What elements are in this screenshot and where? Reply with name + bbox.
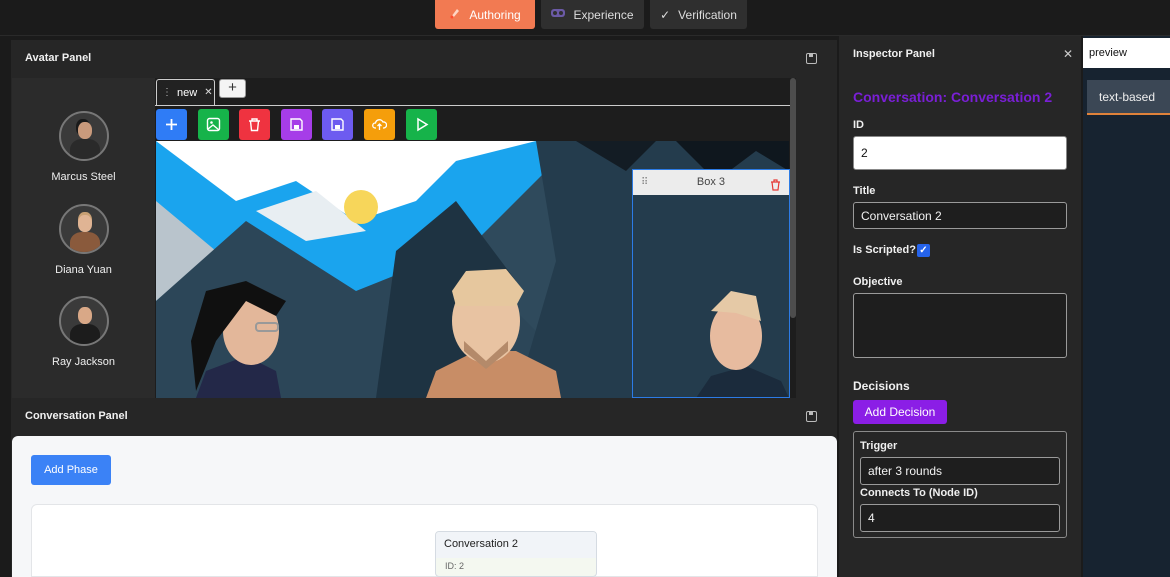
tab-verification[interactable]: ✓ Verification [650,0,747,29]
save-button[interactable] [281,109,312,140]
decisions-label: Decisions [853,379,910,393]
tab-label: Experience [573,7,634,22]
avatar-name: Ray Jackson [52,356,115,368]
tab-authoring[interactable]: Authoring [435,0,535,29]
upload-button[interactable] [364,109,395,140]
connects-to-field[interactable]: 4 [860,504,1060,532]
title-field[interactable]: Conversation 2 [853,202,1067,229]
objective-label: Objective [853,276,903,288]
conversation-node[interactable]: Conversation 2 ID: 2 [435,531,597,577]
trigger-label: Trigger [860,440,898,452]
delete-button[interactable] [239,109,270,140]
avatar-ray-jackson[interactable] [59,296,109,346]
objective-textarea[interactable] [853,293,1067,358]
flow-area[interactable] [31,504,818,577]
connects-to-label: Connects To (Node ID) [860,487,978,499]
id-label: ID [853,119,864,131]
play-icon [417,117,429,132]
preview-panel [1083,36,1170,577]
scene-box-title: Box 3 [696,176,726,188]
brush-icon [449,7,461,22]
avatar-marcus-steel[interactable] [59,111,109,161]
top-bar: Authoring Experience ✓ Verification [0,0,1170,36]
tab-label: Verification [678,7,737,22]
plus-icon [166,119,177,130]
tab-experience[interactable]: Experience [541,0,644,29]
check-icon: ✓ [660,7,671,22]
close-tab-icon[interactable]: ✕ [204,87,212,98]
title-label: Title [853,185,876,197]
vr-goggles-icon [551,8,566,21]
scene-scrollbar[interactable] [790,78,796,318]
preview-title: preview [1083,38,1170,68]
scene-tab-new[interactable]: ⋮ new ✕ [156,79,215,105]
trigger-field[interactable]: after 3 rounds [860,457,1060,485]
is-scripted-checkbox[interactable]: ✓ [917,244,930,257]
avatar-panel-title: Avatar Panel [25,52,92,64]
add-image-button[interactable] [198,109,229,140]
trash-icon [249,118,260,132]
save-icon[interactable] [806,53,817,64]
save-icon[interactable] [806,411,817,422]
drag-handle-icon[interactable]: ⋮ [162,87,172,98]
tab-label: Authoring [469,7,521,22]
cloud-upload-icon [372,119,387,130]
scene-box-header[interactable]: ⠿ Box 3 [633,170,789,195]
add-tab-button[interactable]: + [219,79,246,98]
scene-box[interactable]: ⠿ Box 3 [632,169,790,398]
avatar-diana-yuan[interactable] [59,204,109,254]
close-icon[interactable]: ✕ [1063,47,1073,61]
play-button[interactable] [406,109,437,140]
drag-handle-icon[interactable]: ⠿ [641,170,648,195]
node-id: ID: 2 [445,561,465,571]
id-field[interactable]: 2 [853,136,1067,170]
is-scripted-label: Is Scripted? [853,244,916,256]
conversation-panel-title: Conversation Panel [25,410,128,422]
inspector-heading: Conversation: Conversation 2 [853,89,1053,105]
inspector-title: Inspector Panel [853,48,935,60]
scene-tab-strip: ⋮ new ✕ + [155,78,791,106]
avatar-name: Diana Yuan [55,264,112,276]
image-icon [206,117,221,132]
node-title: Conversation 2 [436,532,596,558]
add-button[interactable] [156,109,187,140]
trash-icon[interactable] [770,176,781,201]
add-phase-button[interactable]: Add Phase [31,455,111,485]
save-icon [290,118,303,131]
save-icon [331,118,344,131]
scene-tab-label: new [177,86,198,99]
avatar-list: Marcus Steel Diana Yuan Ray Jackson [12,78,155,398]
save-as-button[interactable] [322,109,353,140]
avatar-name: Marcus Steel [51,171,116,183]
add-decision-button[interactable]: Add Decision [853,400,947,424]
preview-tab-text-based[interactable]: text-based [1087,80,1170,115]
